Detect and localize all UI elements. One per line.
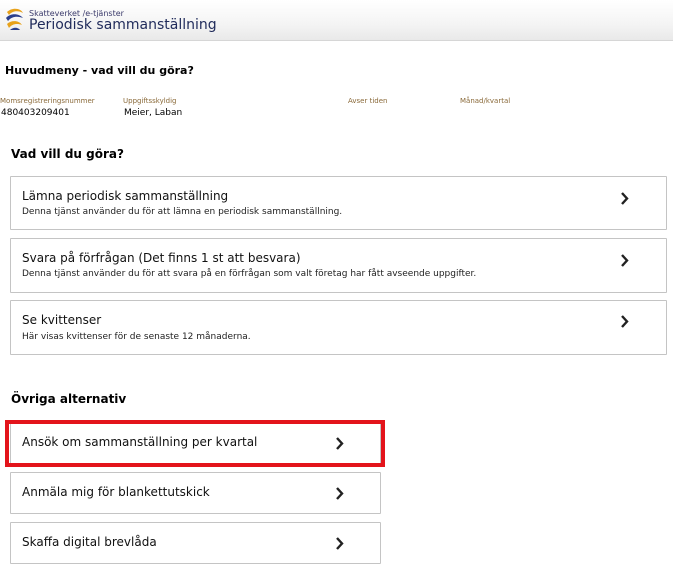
chevron-right-icon (336, 487, 344, 500)
menu-item-title: Lämna periodisk sammanställning (22, 189, 229, 203)
option-title: Skaffa digital brevlåda (22, 535, 157, 549)
menu-item-description: Denna tjänst använder du för att lämna e… (22, 207, 343, 217)
option-title: Ansök om sammanställning per kvartal (22, 435, 258, 449)
reporter-value: Meier, Laban (124, 108, 183, 118)
option-apply-quarterly[interactable]: Ansök om sammanställning per kvartal (10, 422, 381, 464)
menu-item-receipts[interactable]: Se kvittenser Här visas kvittenser för d… (10, 300, 667, 355)
vat-number-label: Momsregistreringsnummer (0, 97, 95, 105)
option-title: Anmäla mig för blankettutskick (22, 485, 210, 499)
menu-item-submit-summary[interactable]: Lämna periodisk sammanställning Denna tj… (10, 176, 667, 230)
menu-item-description: Här visas kvittenser för de senaste 12 m… (22, 332, 251, 342)
chevron-right-icon (336, 437, 344, 450)
menu-item-answer-request[interactable]: Svara på förfrågan (Det finns 1 st att b… (10, 238, 667, 293)
chevron-right-icon (336, 537, 344, 550)
section-heading-main: Vad vill du göra? (11, 147, 124, 161)
chevron-right-icon (621, 254, 629, 267)
option-digital-mailbox[interactable]: Skaffa digital brevlåda (10, 522, 381, 564)
vat-number-value: 480403209401 (1, 108, 70, 118)
chevron-right-icon (621, 315, 629, 328)
header-title: Periodisk sammanställning (29, 17, 217, 33)
menu-item-title: Svara på förfrågan (Det finns 1 st att b… (22, 251, 301, 265)
section-heading-other: Övriga alternativ (11, 392, 127, 406)
chevron-right-icon (621, 192, 629, 205)
period-label: Avser tiden (348, 97, 388, 105)
reporter-label: Uppgiftsskyldig (123, 97, 177, 105)
app-header: Skatteverket /e-tjänster Periodisk samma… (0, 0, 673, 41)
menu-item-description: Denna tjänst använder du för att svara p… (22, 269, 477, 279)
menu-item-title: Se kvittenser (22, 313, 102, 327)
month-quarter-label: Månad/kvartal (460, 97, 511, 105)
option-register-forms[interactable]: Anmäla mig för blankettutskick (10, 472, 381, 514)
skatteverket-logo-icon (6, 8, 23, 30)
page-title: Huvudmeny - vad vill du göra? (5, 64, 194, 77)
